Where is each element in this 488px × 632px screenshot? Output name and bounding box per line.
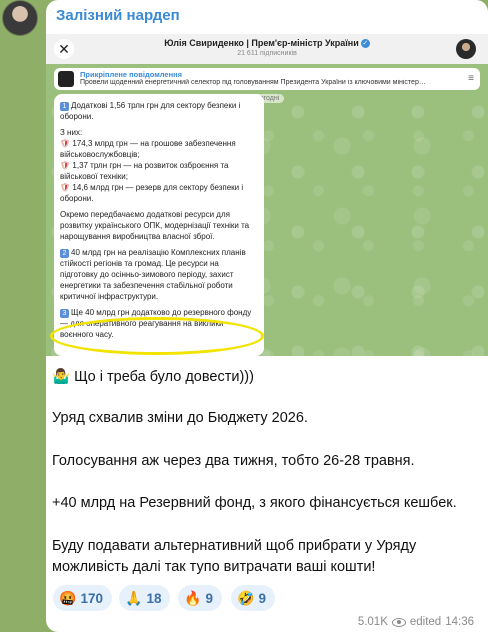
- text-line-5: Буду подавати альтернативний щоб прибрат…: [52, 538, 417, 554]
- screenshot-subscribers: 21 611 підписників: [237, 50, 297, 57]
- channel-avatar[interactable]: [2, 0, 38, 36]
- text-line-2: Уряд схвалив зміни до Бюджету 2026.: [52, 410, 308, 426]
- screenshot-avatar: [456, 39, 476, 59]
- screenshot-channel-name: Юлія Свириденко | Прем'єр-міністр Україн…: [164, 38, 359, 48]
- reaction-pray[interactable]: 🙏 18: [119, 585, 171, 611]
- screenshot-channel-title: Юлія Свириденко | Прем'єр-міністр Україн…: [46, 38, 488, 49]
- reaction-count: 170: [80, 590, 103, 606]
- reaction-fire[interactable]: 🔥 9: [178, 585, 222, 611]
- bullet-3: 🛡 14,6 млрд грн — резерв для сектору без…: [60, 182, 258, 204]
- paragraph-sub-heading: З них:: [60, 128, 83, 137]
- reaction-count: 9: [205, 590, 213, 606]
- pinned-title: Прикріплене повідомлення: [80, 70, 183, 79]
- keycap-2-icon: 2: [60, 249, 69, 258]
- reaction-count: 9: [258, 590, 266, 606]
- verified-icon: ✓: [360, 39, 370, 49]
- yellow-highlight-circle: [50, 317, 264, 355]
- shield-icon: 🛡: [60, 183, 71, 192]
- rolling-laughing-icon: 🤣: [237, 589, 255, 606]
- views-count: 5.01K: [357, 616, 388, 628]
- angry-face-icon: 🤬: [59, 589, 77, 606]
- fire-icon: 🔥: [184, 589, 202, 606]
- paragraph-2: 2 40 млрд грн на реалізацію Комплексних п…: [60, 247, 258, 302]
- bullet-text: 174,3 млрд грн — на грошове забезпечення…: [60, 139, 236, 159]
- shield-icon: 🛡: [60, 139, 71, 148]
- bullet-text: 14,6 млрд грн — резерв для сектору безпе…: [60, 183, 244, 203]
- text-line-6: можливість далі так тупо витрачати ваші …: [52, 559, 376, 575]
- keycap-1-icon: 1: [60, 102, 69, 111]
- reaction-angry[interactable]: 🤬 170: [53, 585, 112, 611]
- bullet-1: 🛡 174,3 млрд грн — на грошове забезпечен…: [60, 138, 258, 160]
- reaction-laugh[interactable]: 🤣 9: [231, 585, 275, 611]
- reaction-count: 18: [146, 590, 162, 606]
- pinned-thumbnail: [58, 71, 74, 87]
- text-line-3: Голосування аж через два тижня, тобто 26…: [52, 453, 415, 469]
- shield-icon: 🛡: [60, 161, 71, 170]
- edited-label: edited: [409, 616, 442, 628]
- bullet-2: 🛡 1,37 трлн грн — на розвиток озброєння …: [60, 160, 258, 182]
- eye-icon: [391, 617, 406, 627]
- attached-screenshot[interactable]: ✕ Юлія Свириденко | Прем'єр-міністр Укра…: [46, 34, 488, 356]
- pinned-text: Провели щоденний енергетичний селектор п…: [80, 79, 426, 86]
- keycap-3-icon: 3: [60, 309, 69, 318]
- paragraph-text: 40 млрд грн на реалізацію Комплексних пл…: [60, 248, 246, 301]
- paragraph-1: 1 Додаткові 1,56 трлн грн для сектору без…: [60, 100, 258, 122]
- pinned-list-icon: ≡: [468, 73, 474, 84]
- folded-hands-icon: 🙏: [125, 589, 143, 606]
- paragraph-extra: Окремо передбачаємо додаткові ресурси дл…: [60, 210, 250, 241]
- text-line-1: 🤷‍♂️ Що і треба було довести))): [52, 369, 254, 385]
- pinned-message: Прикріплене повідомлення Провели щоденни…: [54, 68, 480, 90]
- message-footer: 5.01K edited 14:36: [358, 616, 474, 628]
- text-line-4: +40 млрд на Резервний фонд, з якого фіна…: [52, 495, 457, 511]
- sender-name[interactable]: Залізний нардеп: [56, 7, 180, 24]
- paragraph-text: Додаткові 1,56 трлн грн для сектору безп…: [60, 101, 241, 121]
- screenshot-header: ✕ Юлія Свириденко | Прем'єр-міністр Укра…: [46, 34, 488, 64]
- message-time: 14:36: [445, 616, 474, 628]
- bullet-text: 1,37 трлн грн — на розвиток озброєння та…: [60, 161, 229, 181]
